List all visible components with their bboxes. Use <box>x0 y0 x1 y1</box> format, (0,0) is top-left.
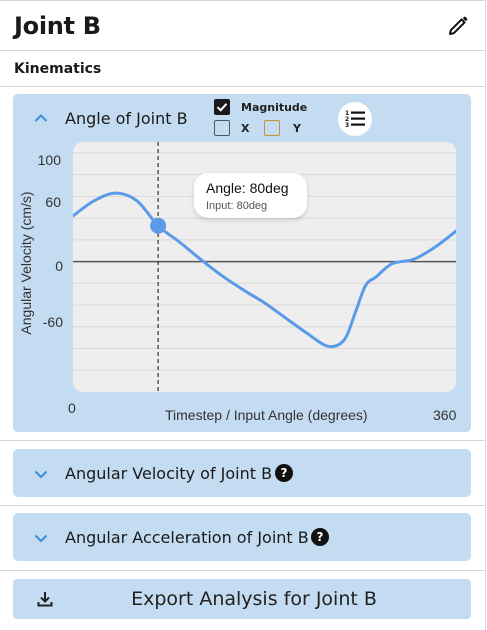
x-checkbox[interactable] <box>214 120 230 136</box>
chevron-down-icon[interactable] <box>34 469 48 479</box>
tooltip-value: Angle: 80deg <box>206 180 289 196</box>
magnitude-label: Magnitude <box>241 101 308 114</box>
x-tick: 0 <box>68 400 76 416</box>
help-icon[interactable]: ? <box>275 464 293 482</box>
export-label: Export Analysis for Joint B <box>131 588 377 610</box>
x-tick: 360 <box>433 407 457 423</box>
card-title: Angle of Joint B <box>65 109 188 128</box>
card-title: Angular Acceleration of Joint B <box>65 528 309 547</box>
y-checkbox[interactable] <box>264 120 280 136</box>
panel-header: Joint B <box>0 0 486 51</box>
y-tick: -60 <box>42 314 63 330</box>
y-tick: 60 <box>45 194 61 210</box>
y-label: Y <box>293 122 301 135</box>
section-label: Kinematics <box>14 61 102 77</box>
check-icon <box>216 103 228 112</box>
x-axis-label: Timestep / Input Angle (degrees) <box>165 407 368 423</box>
angular-acceleration-card[interactable]: Angular Acceleration of Joint B ? <box>13 513 471 561</box>
help-icon[interactable]: ? <box>311 528 329 546</box>
page-title: Joint B <box>14 12 101 40</box>
card-title: Angular Velocity of Joint B <box>65 464 273 483</box>
numbered-list-icon: 1 2 3 <box>345 110 365 129</box>
divider <box>0 86 486 87</box>
y-tick: 100 <box>37 152 61 168</box>
divider <box>0 440 486 441</box>
pencil-icon[interactable] <box>446 14 470 38</box>
svg-text:3: 3 <box>345 122 349 129</box>
export-analysis-button[interactable]: Export Analysis for Joint B <box>13 579 471 619</box>
joint-panel: Joint B Kinematics Angle of Joint B Magn… <box>0 0 486 630</box>
chevron-down-icon[interactable] <box>34 533 48 543</box>
cursor-point <box>150 217 167 234</box>
chevron-up-icon[interactable] <box>34 113 48 123</box>
y-tick: 0 <box>55 258 63 274</box>
magnitude-checkbox[interactable] <box>214 99 230 115</box>
chart-tooltip: Angle: 80deg Input: 80deg <box>194 173 307 218</box>
x-label: X <box>241 122 250 135</box>
angular-velocity-card[interactable]: Angular Velocity of Joint B ? <box>13 449 471 497</box>
tooltip-input: Input: 80deg <box>206 200 268 212</box>
divider <box>0 505 486 506</box>
list-options-button[interactable]: 1 2 3 <box>338 102 372 136</box>
angle-card: Angle of Joint B Magnitude X Y 1 2 3 Ang… <box>13 94 471 432</box>
divider <box>0 570 486 571</box>
